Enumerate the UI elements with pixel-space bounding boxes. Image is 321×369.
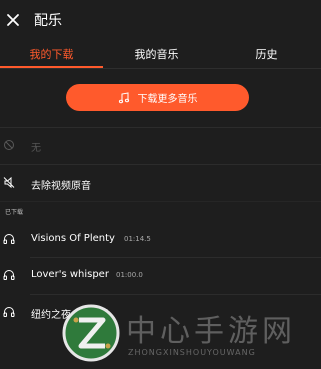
page-title: 配乐 [34, 13, 62, 29]
tab-history[interactable]: 历史 [215, 46, 318, 62]
option-none[interactable]: 无 [0, 128, 321, 164]
watermark-subtext: ZHONGXINSHOUYOUWANG [128, 348, 256, 357]
track-name: Lover's whisper [31, 269, 109, 280]
tab-bar: 我的下载 我的音乐 历史 [0, 40, 321, 69]
track-duration: 01:14.5 [124, 235, 151, 243]
download-more-music-label: 下载更多音乐 [137, 94, 198, 105]
headphones-icon [3, 307, 15, 317]
mute-icon [3, 176, 15, 189]
close-icon[interactable] [6, 13, 20, 27]
downloaded-section-label: 已下载 [5, 209, 24, 216]
tab-my-downloads[interactable]: 我的下载 [0, 46, 103, 62]
track-row[interactable]: Visions Of Plenty 01:14.5 [0, 222, 321, 256]
ban-icon [4, 140, 14, 150]
headphones-icon [3, 234, 15, 244]
track-row[interactable]: Lover's whisper 01:00.0 [0, 258, 321, 294]
option-none-label: 无 [31, 143, 41, 154]
divider [0, 201, 321, 202]
tab-my-music[interactable]: 我的音乐 [105, 46, 208, 62]
headphones-icon [3, 270, 15, 280]
track-name: Visions Of Plenty [31, 233, 115, 244]
watermark-text: 中心手游网 [126, 314, 296, 349]
top-bar: 配乐 [0, 0, 321, 40]
watermark-logo-icon [62, 304, 120, 362]
active-tab-indicator [0, 66, 103, 68]
download-more-music-button[interactable]: 下载更多音乐 [66, 84, 249, 111]
option-remove-original-audio-label: 去除视频原音 [31, 181, 91, 192]
option-remove-original-audio[interactable]: 去除视频原音 [0, 165, 321, 201]
watermark: 中心手游网 ZHONGXINSHOUYOUWANG [62, 302, 321, 369]
music-note-icon [118, 91, 129, 103]
track-duration: 01:00.0 [116, 271, 143, 279]
